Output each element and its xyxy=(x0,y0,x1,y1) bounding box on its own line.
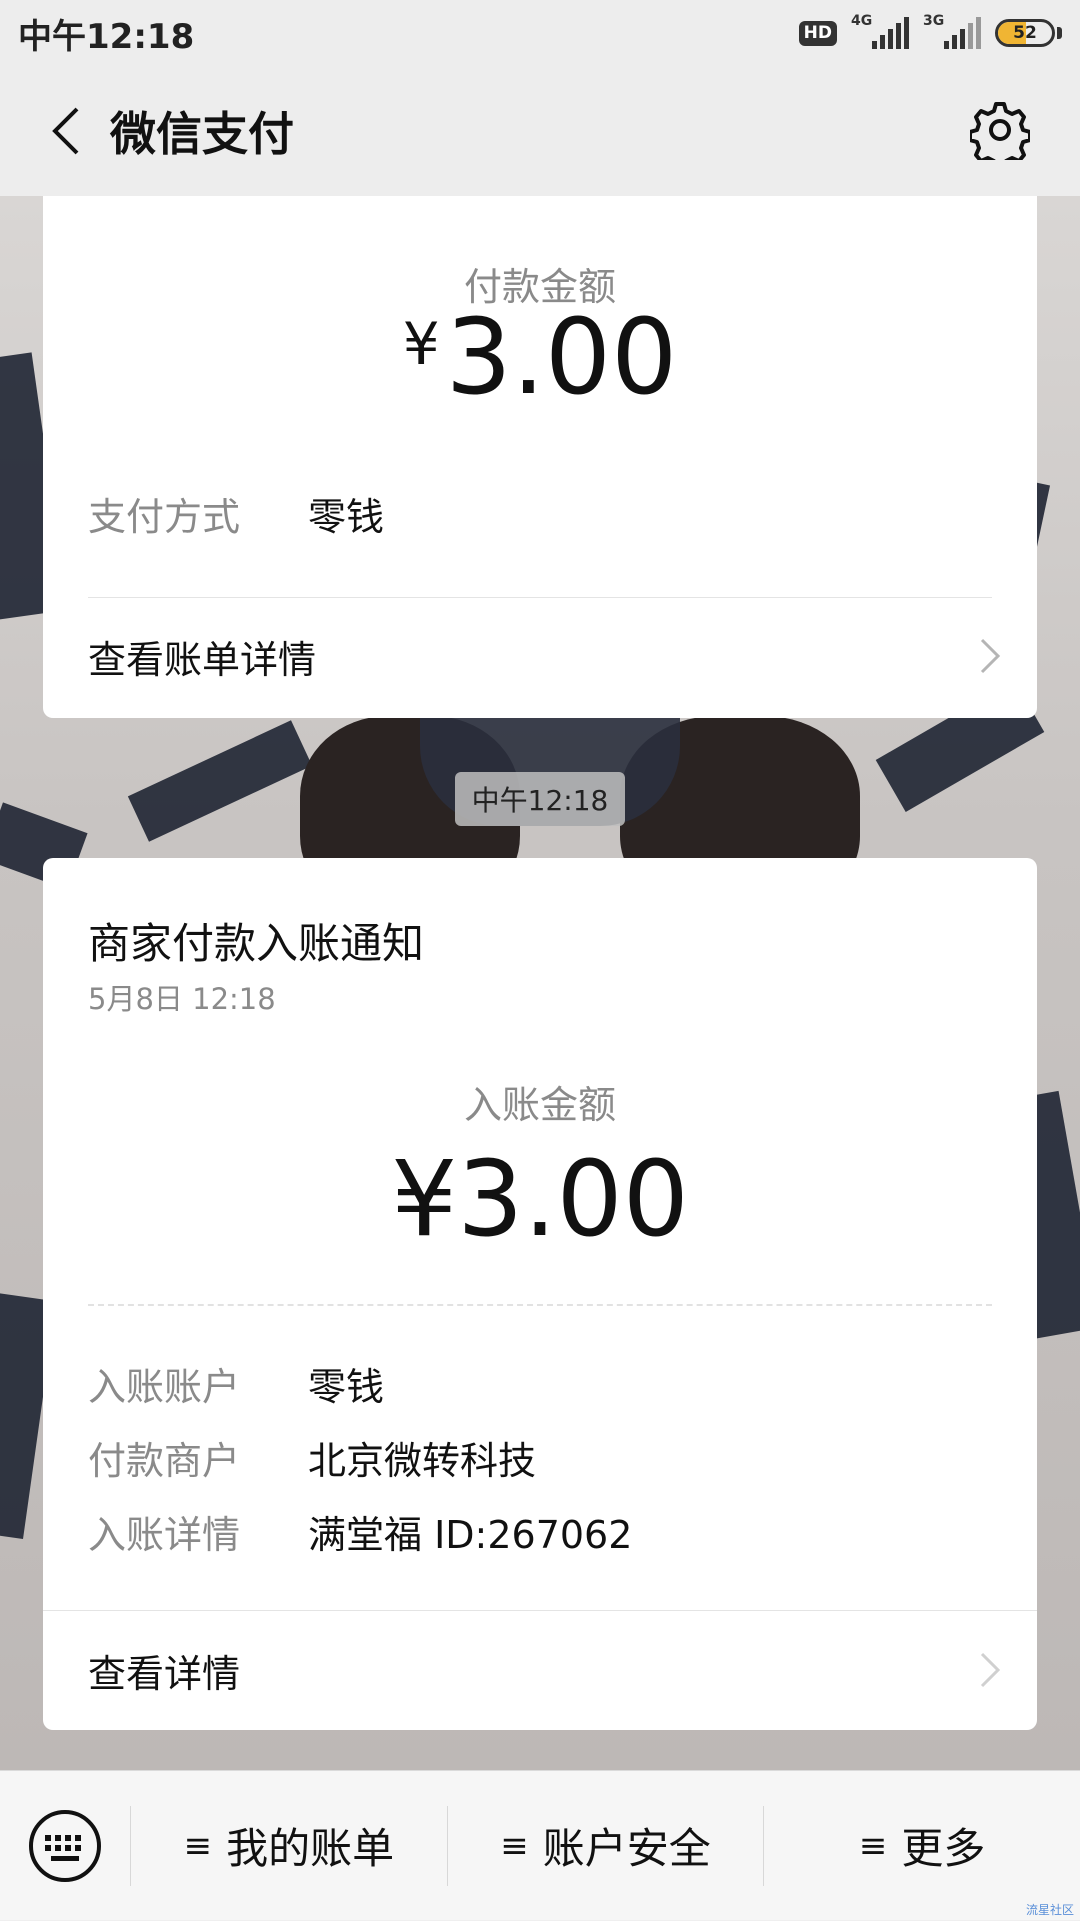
notice-row: 入账详情 满堂福 ID:267062 xyxy=(88,1504,632,1559)
hamburger-icon: ≡ xyxy=(500,1825,529,1866)
payment-method-key: 支付方式 xyxy=(88,495,241,539)
payment-amount: ¥3.00 xyxy=(402,296,678,418)
notice-title: 商家付款入账通知 xyxy=(88,919,425,968)
payment-method-value: 零钱 xyxy=(308,495,385,539)
menu-more[interactable]: ≡ 更多 xyxy=(764,1771,1080,1921)
signal-3g-icon: 3G xyxy=(923,13,981,51)
payment-method-row: 支付方式 零钱 xyxy=(88,486,384,541)
merchant-payment-notice-card[interactable]: 商家付款入账通知 5月8日 12:18 入账金额 ¥3.00 入账账户 零钱 付… xyxy=(43,858,1037,1730)
signal-4g-icon: 4G xyxy=(851,13,909,51)
divider xyxy=(88,597,992,598)
menu-my-bills[interactable]: ≡ 我的账单 xyxy=(131,1771,447,1921)
nav-bar: 微信支付 xyxy=(0,66,1080,196)
back-button[interactable] xyxy=(20,86,110,176)
status-bar: 中午12:18 HD 4G 3G 52 xyxy=(0,0,1080,66)
gear-icon xyxy=(970,102,1030,160)
battery-icon: 52 xyxy=(995,19,1055,47)
watermark: 流星社区 xyxy=(1025,1903,1074,1917)
view-bill-details-link[interactable]: 查看账单详情 xyxy=(88,616,1002,696)
hamburger-icon: ≡ xyxy=(183,1825,213,1866)
notice-row-key: 入账账户 xyxy=(88,1365,241,1409)
currency-symbol: ¥ xyxy=(402,310,440,378)
notice-row-value: 北京微转科技 xyxy=(308,1439,537,1483)
hd-badge: HD xyxy=(798,20,837,46)
status-time: 中午12:18 xyxy=(18,16,195,57)
notice-row-key: 付款商户 xyxy=(88,1439,241,1483)
message-timestamp: 中午12:18 xyxy=(455,772,625,826)
credited-amount-label: 入账金额 xyxy=(463,1083,616,1127)
notice-row-value: 零钱 xyxy=(308,1365,385,1409)
notice-row-key: 入账详情 xyxy=(88,1513,241,1557)
status-icons: HD 4G 3G 52 xyxy=(798,13,1062,51)
chevron-right-icon xyxy=(980,638,1001,674)
notice-row-value: 满堂福 ID:267062 xyxy=(308,1513,633,1557)
dashed-divider xyxy=(88,1304,992,1306)
keyboard-toggle-button[interactable] xyxy=(0,1771,130,1921)
menu-account-security[interactable]: ≡ 账户安全 xyxy=(448,1771,764,1921)
payment-card: 付款金额 ¥3.00 支付方式 零钱 查看账单详情 xyxy=(43,196,1037,718)
notice-date: 5月8日 12:18 xyxy=(88,982,276,1016)
credited-amount: ¥3.00 xyxy=(391,1138,689,1260)
page-title: 微信支付 xyxy=(110,107,294,161)
back-arrow-icon xyxy=(52,107,79,155)
bottom-menu-bar: ≡ 我的账单 ≡ 账户安全 ≡ 更多 流星社区 xyxy=(0,1770,1080,1920)
settings-button[interactable] xyxy=(960,90,1040,170)
battery-percent: 52 xyxy=(1013,23,1037,43)
notice-row: 付款商户 北京微转科技 xyxy=(88,1430,536,1485)
notice-row: 入账账户 零钱 xyxy=(88,1356,384,1411)
view-details-link[interactable]: 查看详情 xyxy=(88,1630,1002,1710)
chevron-right-icon xyxy=(980,1652,1001,1688)
hamburger-icon: ≡ xyxy=(858,1825,888,1866)
divider xyxy=(43,1610,1037,1611)
keyboard-icon xyxy=(29,1809,101,1882)
